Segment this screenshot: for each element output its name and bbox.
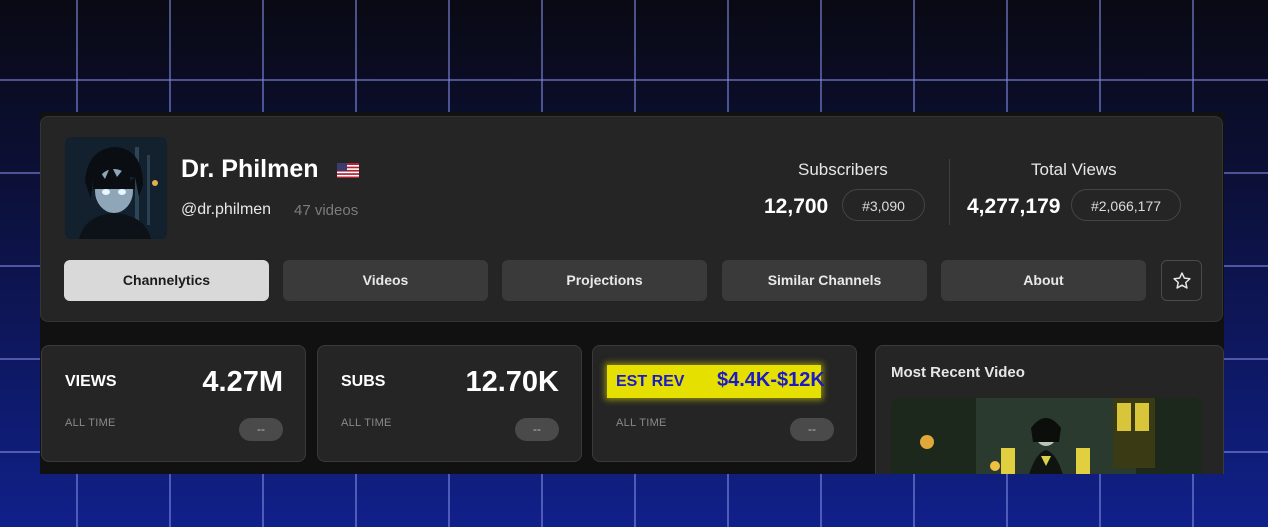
- tab-channelytics[interactable]: Channelytics: [64, 260, 269, 301]
- us-flag-icon: [337, 163, 359, 178]
- views-metric-period: ALL TIME: [65, 417, 116, 429]
- recent-video-thumbnail[interactable]: [891, 398, 1202, 474]
- subscribers-rank-badge: #3,090: [842, 189, 925, 221]
- channel-header-card: Dr. Philmen @dr.philmen 47 videos Subscr…: [40, 116, 1223, 322]
- total-views-label: Total Views: [1031, 160, 1117, 179]
- channel-name: Dr. Philmen: [181, 155, 319, 183]
- est-rev-metric-card: EST REV $4.4K-$12K ALL TIME --: [592, 345, 857, 462]
- subscribers-value: 12,700: [764, 195, 829, 218]
- views-metric-chip: --: [239, 418, 283, 441]
- est-rev-metric-chip: --: [790, 418, 834, 441]
- views-metric-title: VIEWS: [65, 373, 117, 390]
- tab-videos[interactable]: Videos: [283, 260, 488, 301]
- favorite-button[interactable]: [1161, 260, 1202, 301]
- tab-similar-channels[interactable]: Similar Channels: [722, 260, 927, 301]
- subs-metric-card: SUBS 12.70K ALL TIME --: [317, 345, 582, 462]
- channel-panel: Dr. Philmen @dr.philmen 47 videos Subscr…: [40, 112, 1224, 474]
- video-count: 47 videos: [294, 202, 359, 219]
- subs-metric-value: 12.70K: [465, 366, 559, 398]
- views-metric-value: 4.27M: [202, 366, 283, 398]
- tab-about[interactable]: About: [941, 260, 1146, 301]
- est-rev-metric-title: EST REV: [616, 373, 685, 390]
- total-views-rank-badge: #2,066,177: [1071, 189, 1181, 221]
- est-rev-metric-value: $4.4K-$12K: [717, 369, 825, 391]
- star-icon: [1172, 271, 1191, 289]
- tab-projections[interactable]: Projections: [502, 260, 707, 301]
- views-metric-card: VIEWS 4.27M ALL TIME --: [41, 345, 306, 462]
- stats-divider: [949, 159, 950, 225]
- most-recent-video-title: Most Recent Video: [891, 364, 1025, 381]
- subscribers-label: Subscribers: [798, 160, 888, 179]
- total-views-value: 4,277,179: [967, 195, 1061, 218]
- channel-avatar[interactable]: [65, 137, 167, 239]
- subs-metric-title: SUBS: [341, 373, 386, 390]
- most-recent-video-card: Most Recent Video: [875, 345, 1224, 474]
- est-rev-metric-period: ALL TIME: [616, 417, 667, 429]
- subs-metric-chip: --: [515, 418, 559, 441]
- subs-metric-period: ALL TIME: [341, 417, 392, 429]
- channel-handle[interactable]: @dr.philmen: [181, 201, 271, 219]
